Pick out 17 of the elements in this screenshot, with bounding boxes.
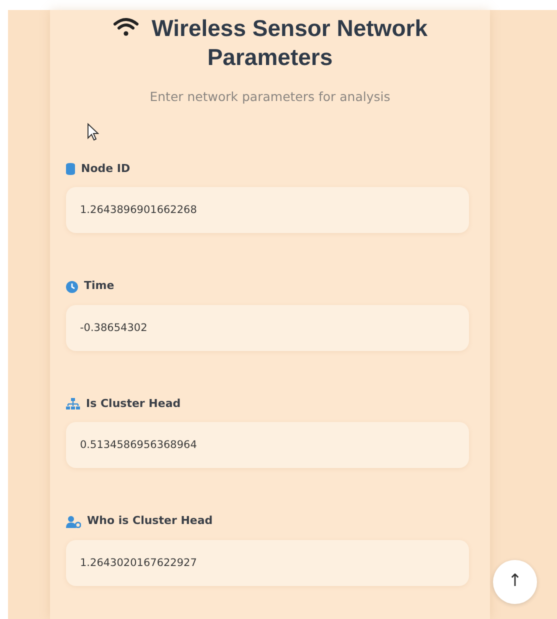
field-label: Who is Cluster Head bbox=[87, 513, 213, 530]
input-field[interactable]: 1.2643896901662268 bbox=[66, 187, 469, 234]
user-gear-icon bbox=[66, 516, 81, 528]
pointer-icon bbox=[87, 123, 99, 141]
field-label: Is Cluster Head bbox=[86, 396, 181, 412]
scroll-top-button[interactable]: ↑ bbox=[493, 560, 537, 604]
clock-icon bbox=[66, 280, 78, 292]
input-field[interactable]: -0.38654302 bbox=[66, 304, 469, 351]
page-title: Wireless Sensor Network Parameters bbox=[152, 15, 428, 70]
subtitle: Enter network parameters for analysis bbox=[148, 88, 392, 106]
sitemap-icon bbox=[66, 398, 80, 410]
field-label: Time bbox=[84, 278, 114, 294]
field-label: Node ID bbox=[81, 160, 130, 177]
input-field[interactable]: 1.2643020167622927 bbox=[66, 540, 469, 586]
database-icon bbox=[66, 163, 75, 175]
input-field[interactable]: 0.5134586956368964 bbox=[66, 422, 469, 468]
wifi-icon bbox=[112, 17, 138, 37]
